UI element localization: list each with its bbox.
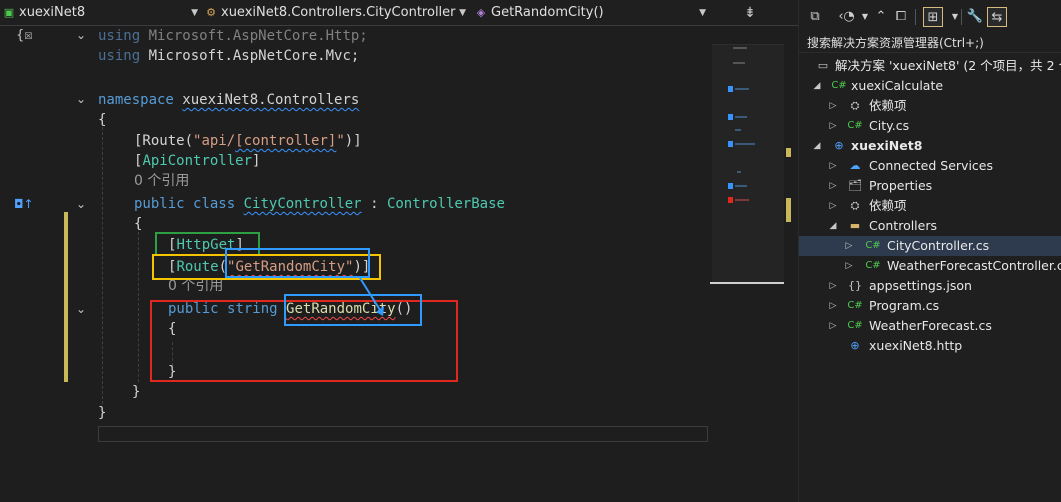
minimap-marker bbox=[728, 141, 733, 147]
toolbar-separator bbox=[915, 9, 916, 25]
scrollbar-change-marker bbox=[786, 198, 791, 222]
code-editor[interactable]: ▣ xuexiNet8 ▼ ⚙ xuexiNet8.Controllers.City… bbox=[0, 0, 798, 502]
tree-item-label: Connected Services bbox=[869, 158, 993, 173]
csharp-file-icon: C# bbox=[847, 320, 863, 331]
tree-item-properties[interactable]: ▷ 🗂 Properties bbox=[799, 176, 1061, 196]
tree-item-label: WeatherForecast.cs bbox=[869, 318, 992, 333]
tree-item-weatherforecast-cs[interactable]: ▷ C# WeatherForecast.cs bbox=[799, 316, 1061, 336]
tree-item-label: appsettings.json bbox=[869, 278, 972, 293]
collapsed-arrow-icon[interactable]: ▷ bbox=[843, 256, 855, 276]
csharp-project-icon: C# bbox=[831, 80, 847, 91]
chevron-down-icon[interactable]: ▼ bbox=[945, 7, 965, 27]
collapsed-arrow-icon[interactable]: ▷ bbox=[827, 196, 839, 216]
csharp-file-icon: C# bbox=[865, 260, 881, 271]
tree-item-label: City.cs bbox=[869, 118, 910, 133]
minimap-viewport[interactable] bbox=[712, 44, 784, 282]
dependencies-icon: ⛭ bbox=[850, 199, 860, 212]
properties-icon: 🗂 bbox=[848, 179, 862, 192]
expanded-arrow-icon[interactable]: ◢ bbox=[811, 136, 823, 156]
collapsed-arrow-icon[interactable]: ▷ bbox=[827, 96, 839, 116]
tree-item-citycontroller-cs[interactable]: ▷ C# CityController.cs bbox=[799, 236, 1061, 256]
minimap-marker bbox=[728, 197, 733, 203]
tree-solution[interactable]: ▭ 解决方案 'xuexiNet8' (2 个项目，共 2 个) bbox=[799, 56, 1061, 76]
minimap-line bbox=[733, 62, 745, 64]
tree-item-label: xuexiNet8.http bbox=[869, 338, 963, 353]
minimap-line bbox=[737, 171, 741, 173]
tree-item-label: xuexiCalculate bbox=[851, 78, 944, 93]
collapsed-arrow-icon[interactable]: ▷ bbox=[827, 116, 839, 136]
minimap-line bbox=[735, 129, 741, 131]
connected-services-icon: ☁ bbox=[849, 159, 861, 172]
tree-item-connected-services[interactable]: ▷ ☁ Connected Services bbox=[799, 156, 1061, 176]
minimap-marker bbox=[728, 86, 733, 92]
tree-item-appsettings-json[interactable]: ▷ {} appsettings.json bbox=[799, 276, 1061, 296]
switch-views-icon[interactable]: ⧉ bbox=[805, 7, 825, 27]
tree-project-xuexicalculate[interactable]: ◢ C# xuexiCalculate bbox=[799, 76, 1061, 96]
csharp-file-icon: C# bbox=[847, 120, 863, 131]
tree-item-label: WeatherForecastController.cs bbox=[887, 258, 1061, 273]
tree-item-label: CityController.cs bbox=[887, 238, 990, 253]
expanded-arrow-icon[interactable]: ◢ bbox=[827, 216, 839, 236]
collapsed-arrow-icon[interactable]: ▷ bbox=[827, 156, 839, 176]
tree-item-label: Properties bbox=[869, 178, 933, 193]
tree-project-xuexinet8[interactable]: ◢ ⊕ xuexiNet8 bbox=[799, 136, 1061, 156]
tree-folder-controllers[interactable]: ◢ ▬ Controllers bbox=[799, 216, 1061, 236]
solution-icon: ▭ bbox=[817, 59, 829, 72]
collapsed-arrow-icon[interactable]: ▷ bbox=[827, 276, 839, 296]
minimap-line bbox=[733, 47, 747, 49]
properties-wrench-icon[interactable]: 🔧 bbox=[965, 7, 985, 27]
copy-icon[interactable]: ⧠ bbox=[891, 7, 911, 27]
minimap-marker bbox=[728, 114, 733, 120]
folder-icon: ▬ bbox=[849, 219, 861, 232]
solution-explorer-toolbar: ⧉ ‹ ◔ ▼ ⌃ ⧠ ⊞ ▼ 🔧 ⇆ bbox=[799, 0, 1061, 34]
collapsed-arrow-icon[interactable]: ▷ bbox=[827, 296, 839, 316]
vertical-scrollbar[interactable] bbox=[784, 26, 798, 502]
scrollbar-change-marker bbox=[786, 148, 791, 157]
tree-item-http-file[interactable]: ⊕ xuexiNet8.http bbox=[799, 336, 1061, 356]
collapsed-arrow-icon[interactable]: ▷ bbox=[827, 176, 839, 196]
solution-explorer: ⧉ ‹ ◔ ▼ ⌃ ⧠ ⊞ ▼ 🔧 ⇆ 搜索解决方案资源管理器(Ctrl+;) … bbox=[798, 0, 1061, 502]
toolbar-separator bbox=[961, 9, 962, 25]
dependencies-icon: ⛭ bbox=[850, 99, 860, 112]
preview-selected-icon[interactable]: ⇆ bbox=[987, 7, 1007, 27]
expanded-arrow-icon[interactable]: ◢ bbox=[811, 76, 823, 96]
http-file-icon: ⊕ bbox=[850, 339, 860, 352]
minimap-marker bbox=[728, 183, 733, 189]
web-project-icon: ⊕ bbox=[834, 139, 844, 152]
tree-item-label: 依赖项 bbox=[869, 98, 907, 113]
json-file-icon: {} bbox=[848, 279, 862, 292]
tree-item-dependencies-2[interactable]: ▷ ⛭ 依赖项 bbox=[799, 196, 1061, 216]
tree-item-city-cs[interactable]: ▷ C# City.cs bbox=[799, 116, 1061, 136]
minimap-line bbox=[735, 185, 747, 187]
tree-item-weatherforecastcontroller-cs[interactable]: ▷ C# WeatherForecastController.cs bbox=[799, 256, 1061, 276]
tree-item-label: 依赖项 bbox=[869, 198, 907, 213]
solution-explorer-search-input[interactable]: 搜索解决方案资源管理器(Ctrl+;) bbox=[799, 33, 1061, 53]
csharp-file-icon: C# bbox=[847, 300, 863, 311]
minimap-line bbox=[735, 199, 749, 201]
search-placeholder: 搜索解决方案资源管理器(Ctrl+;) bbox=[807, 36, 984, 50]
minimap-line bbox=[735, 88, 749, 90]
tree-item-program-cs[interactable]: ▷ C# Program.cs bbox=[799, 296, 1061, 316]
tree-item-dependencies[interactable]: ▷ ⛭ 依赖项 bbox=[799, 96, 1061, 116]
collapsed-arrow-icon[interactable]: ▷ bbox=[843, 236, 855, 256]
minimap-line bbox=[735, 116, 747, 118]
tree-item-label: xuexiNet8 bbox=[851, 138, 923, 153]
csharp-file-icon: C# bbox=[865, 240, 881, 251]
horizontal-scrollbar[interactable] bbox=[98, 426, 708, 442]
tree-item-label: Program.cs bbox=[869, 298, 940, 313]
show-all-files-icon[interactable]: ⊞ bbox=[923, 7, 943, 27]
tree-item-label: Controllers bbox=[869, 218, 937, 233]
minimap-line bbox=[735, 143, 755, 145]
collapsed-arrow-icon[interactable]: ▷ bbox=[827, 316, 839, 336]
collapse-all-icon[interactable]: ⌃ bbox=[871, 7, 891, 27]
tree-item-label: 解决方案 'xuexiNet8' (2 个项目，共 2 个) bbox=[835, 58, 1061, 73]
